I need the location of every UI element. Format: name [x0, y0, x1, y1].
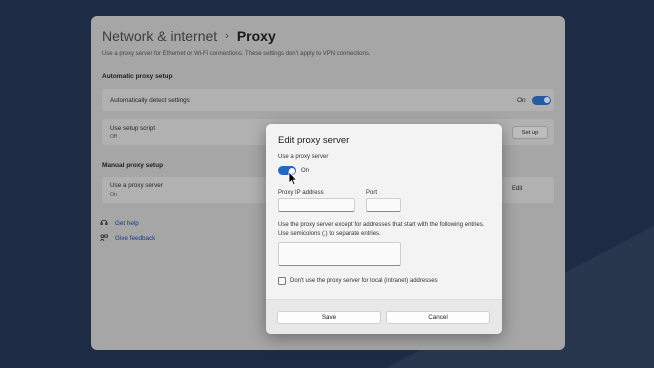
exceptions-description-line1: Use the proxy server except for addresse… — [278, 222, 485, 228]
breadcrumb: Network & internet › Proxy — [102, 26, 276, 46]
use-proxy-state: On — [301, 168, 310, 174]
detect-state-text: On — [517, 97, 526, 104]
setup-script-label: Use setup script — [110, 125, 156, 132]
edit-proxy-button[interactable]: Edit — [512, 186, 522, 192]
manual-section-title: Manual proxy setup — [102, 162, 164, 169]
port-input[interactable] — [366, 198, 401, 212]
mouse-cursor-icon — [288, 171, 298, 186]
setup-script-state: Off — [110, 134, 117, 140]
help-icon — [100, 219, 108, 226]
page-description: Use a proxy server for Ethernet or Wi-Fi… — [102, 51, 371, 57]
give-feedback-label: Give feedback — [115, 234, 156, 242]
proxy-ip-label: Proxy IP address — [278, 190, 324, 196]
local-addresses-label: Don't use the proxy server for local (in… — [290, 278, 438, 284]
automatic-section-title: Automatic proxy setup — [102, 73, 173, 80]
chevron-right-icon: › — [225, 30, 229, 42]
exceptions-description-line2: Use semicolons (;) to separate entries. — [278, 231, 381, 237]
edit-proxy-dialog: Edit proxy server Use a proxy server On … — [266, 124, 502, 334]
proxy-ip-input[interactable] — [278, 198, 355, 212]
exceptions-input[interactable] — [278, 242, 401, 266]
breadcrumb-network-internet[interactable]: Network & internet — [102, 28, 217, 44]
detect-settings-card: Automatically detect settings On — [102, 89, 554, 111]
manual-proxy-state: On — [110, 192, 117, 198]
local-addresses-checkbox[interactable] — [278, 277, 286, 285]
detect-settings-toggle[interactable] — [532, 95, 551, 105]
get-help-label: Get help — [115, 219, 139, 227]
cancel-button[interactable]: Cancel — [386, 311, 490, 324]
port-label: Port — [366, 190, 378, 196]
feedback-icon — [100, 234, 108, 242]
manual-proxy-label: Use a proxy server — [110, 182, 163, 189]
page-title: Proxy — [236, 28, 276, 44]
setup-script-button[interactable]: Set up — [512, 126, 548, 139]
dialog-footer: Save Cancel — [266, 299, 502, 334]
toggle-knob — [543, 97, 550, 103]
give-feedback-link[interactable]: Give feedback — [100, 234, 155, 242]
detect-settings-label: Automatically detect settings — [110, 97, 190, 104]
use-proxy-label: Use a proxy server — [278, 154, 329, 160]
get-help-link[interactable]: Get help — [100, 219, 139, 227]
save-button[interactable]: Save — [277, 311, 381, 324]
dialog-title: Edit proxy server — [278, 135, 350, 146]
